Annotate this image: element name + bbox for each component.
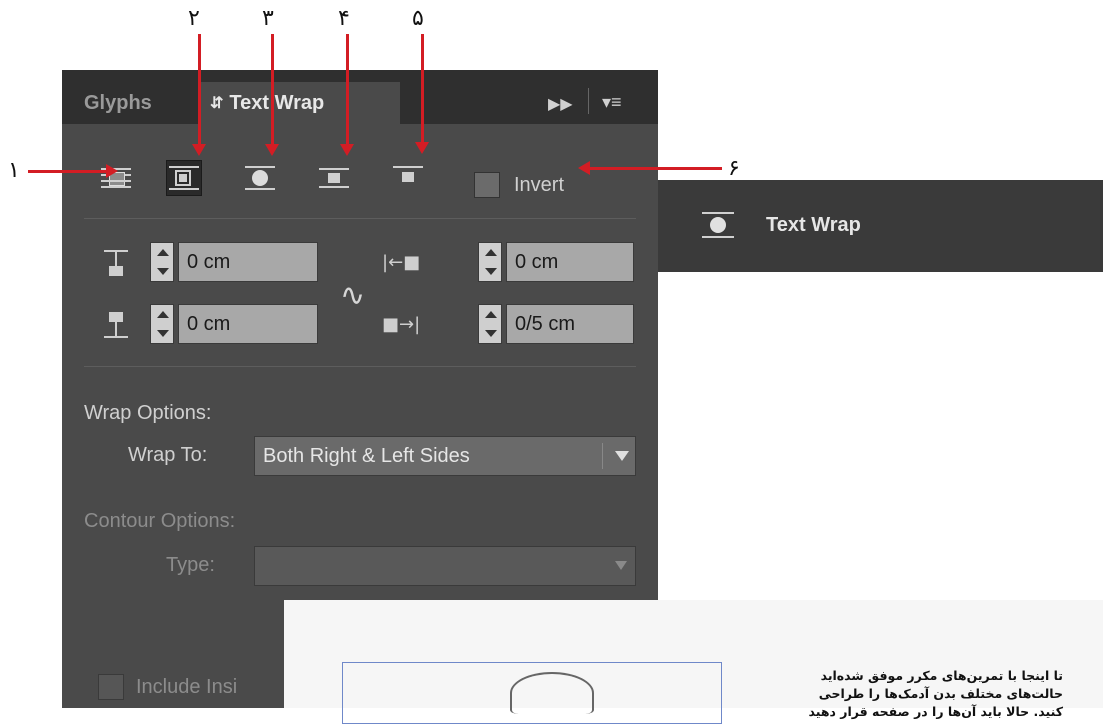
callout-number-2: ۲	[188, 6, 200, 31]
bottom-offset-spinner[interactable]	[150, 304, 174, 344]
left-offset-spinner[interactable]	[478, 242, 502, 282]
callout-number-4: ۴	[338, 6, 350, 31]
expand-arrows-icon[interactable]: ▶▶	[548, 94, 573, 114]
wrap-options-heading: Wrap Options:	[84, 402, 212, 424]
bottom-offset-input[interactable]: 0 cm	[178, 304, 318, 344]
tab-glyphs[interactable]: Glyphs	[84, 82, 152, 124]
callout-number-6: ۶	[728, 156, 740, 181]
text-wrap-menu-item[interactable]: Text Wrap	[658, 180, 1103, 272]
callout-arrow-4	[346, 34, 349, 148]
document-line-2: حالت‌های مختلف بدن آدمک‌ها را طراحی	[818, 686, 1063, 701]
left-offset-icon: |←■	[382, 252, 421, 273]
bottom-offset-icon	[104, 312, 130, 340]
callout-arrow-6	[590, 167, 722, 170]
right-offset-input[interactable]: 0/5 cm	[506, 304, 634, 344]
chevron-down-icon	[615, 561, 627, 570]
arrow-head	[415, 142, 429, 154]
jump-to-next-column-icon	[393, 166, 423, 190]
wrap-to-label: Wrap To:	[128, 444, 208, 466]
top-offset-spinner[interactable]	[150, 242, 174, 282]
top-offset-input[interactable]: 0 cm	[178, 242, 318, 282]
jump-object-icon	[319, 166, 349, 190]
callout-number-3: ۳	[262, 6, 274, 31]
tab-text-wrap-label: Text Wrap	[229, 91, 325, 114]
arrow-head	[340, 144, 354, 156]
top-offset-icon	[104, 250, 130, 278]
separator	[84, 366, 636, 367]
wrap-around-bounding-box-button[interactable]	[166, 160, 202, 196]
contour-options-heading: Contour Options:	[84, 510, 236, 532]
separator	[84, 218, 636, 219]
callout-arrow-3	[271, 34, 274, 148]
select-divider	[602, 443, 603, 469]
right-offset-icon: ■→|	[382, 314, 421, 335]
callout-number-1: ۱	[8, 158, 20, 183]
wrap-around-object-shape-button[interactable]	[242, 160, 278, 196]
panel-menu-icon[interactable]: ▾≡	[602, 92, 622, 113]
document-line-1: تا اینجا با تمرین‌های مکرر موفق شده‌اید	[820, 668, 1063, 683]
text-wrap-menu-label: Text Wrap	[766, 214, 861, 236]
tab-text-wrap[interactable]: ⇵ Text Wrap	[200, 82, 400, 124]
callout-number-5: ۵	[412, 6, 424, 31]
text-wrap-icon	[702, 212, 734, 238]
document-line-3: کنید. حالا باید آن‌ها را در صفحه قرار ده…	[808, 704, 1064, 719]
arrow-head	[192, 144, 206, 156]
link-settings-icon[interactable]: ∿	[340, 278, 365, 313]
arrow-head	[265, 144, 279, 156]
wrap-to-value: Both Right & Left Sides	[263, 444, 470, 467]
panel-tab-bar: Glyphs ⇵ Text Wrap ▶▶ ▾≡	[62, 70, 658, 124]
document-preview: تا اینجا با تمرین‌های مکرر موفق شده‌اید …	[284, 600, 1103, 724]
right-offset-spinner[interactable]	[478, 304, 502, 344]
callout-arrow-1	[28, 170, 110, 173]
wrap-to-select[interactable]: Both Right & Left Sides	[254, 436, 636, 476]
left-offset-input[interactable]: 0 cm	[506, 242, 634, 282]
include-inside-edges-checkbox[interactable]	[98, 674, 124, 700]
invert-label: Invert	[514, 174, 565, 196]
arrow-head	[578, 161, 590, 175]
up-down-chevron-icon: ⇵	[210, 95, 224, 112]
wrap-around-bounding-box-icon	[169, 166, 199, 190]
wrap-around-object-shape-icon	[245, 166, 275, 190]
callout-arrow-2	[198, 34, 201, 148]
jump-to-next-column-button[interactable]	[390, 160, 426, 196]
invert-checkbox[interactable]	[474, 172, 500, 198]
callout-arrow-5	[421, 34, 424, 146]
jump-object-button[interactable]	[316, 160, 352, 196]
chevron-down-icon	[615, 451, 629, 461]
type-label: Type:	[166, 554, 215, 576]
include-inside-edges-label: Include Insi	[136, 676, 238, 698]
contour-type-select[interactable]	[254, 546, 636, 586]
tab-divider	[588, 88, 589, 114]
arrow-head	[106, 164, 118, 178]
